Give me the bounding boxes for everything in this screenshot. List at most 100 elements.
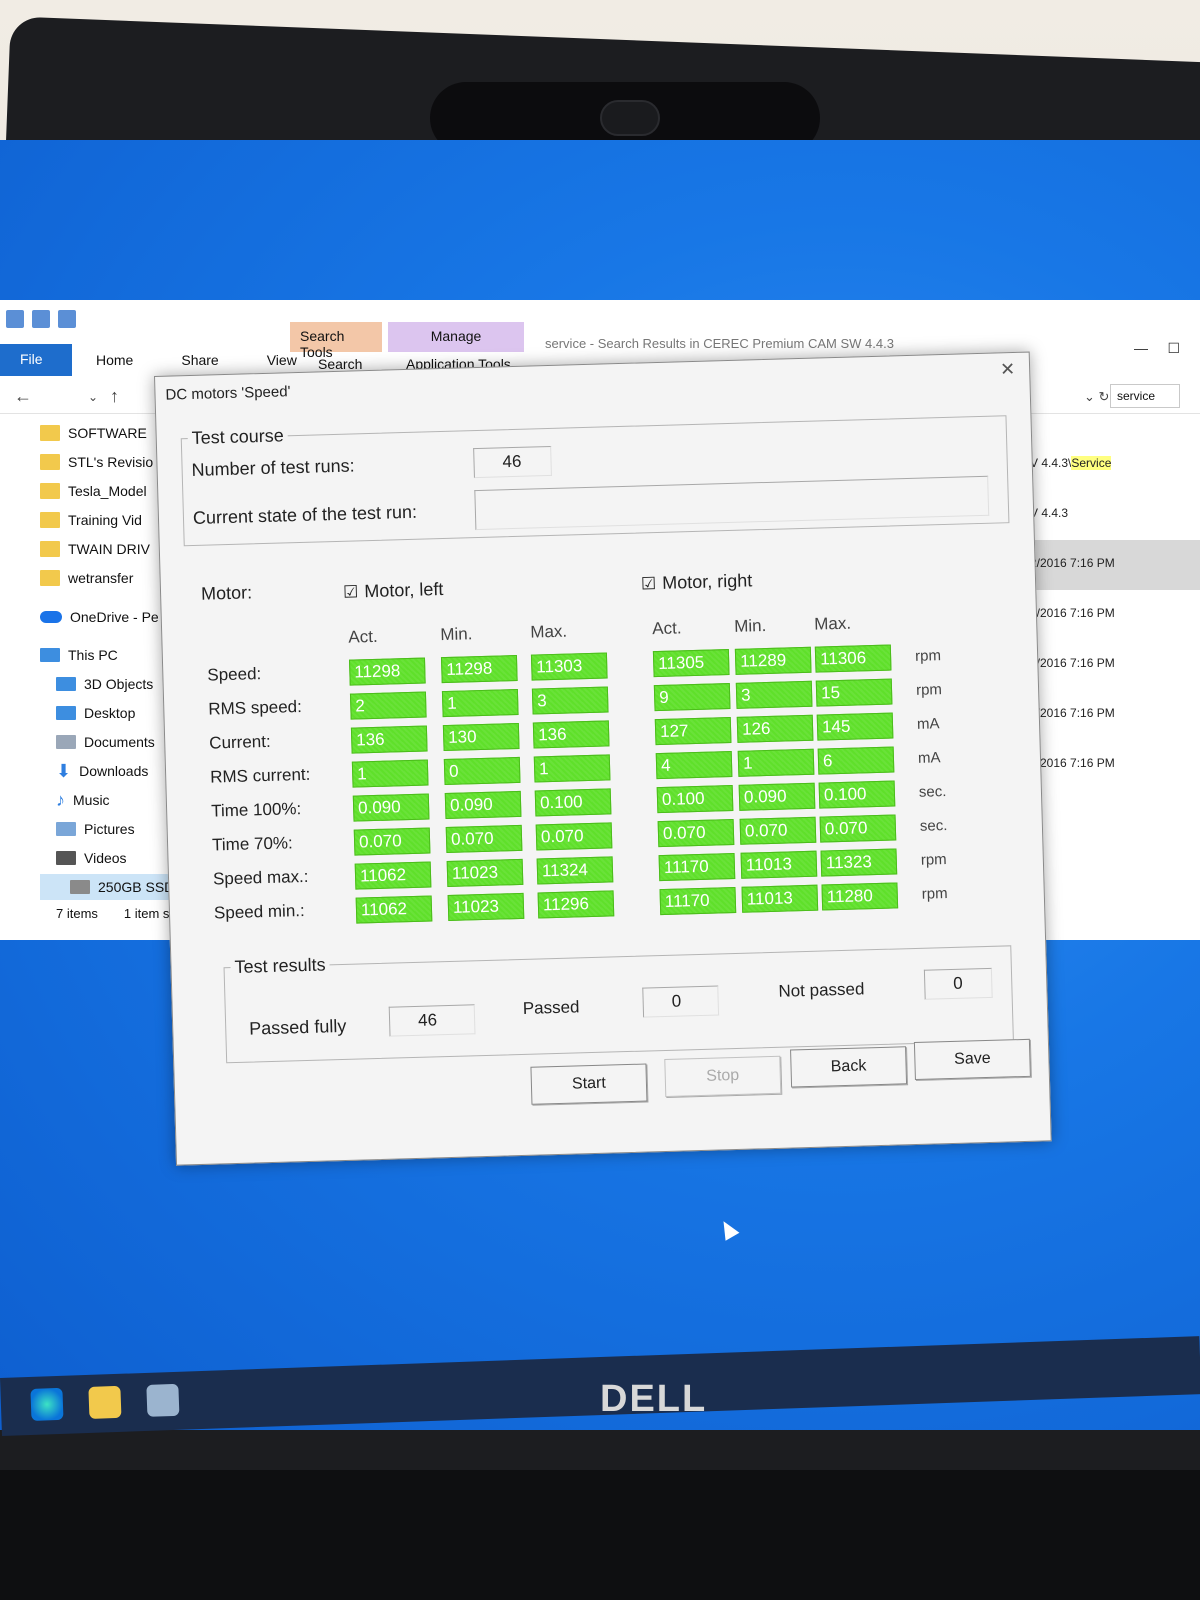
tab-share[interactable]: Share <box>157 352 242 368</box>
list-item[interactable]: 2/2016 7:16 PM <box>1030 690 1200 740</box>
nav-item-training[interactable]: Training Vid <box>40 507 142 533</box>
folder-icon <box>40 483 60 499</box>
folder-icon <box>40 570 60 586</box>
back-button[interactable]: Back <box>790 1046 908 1088</box>
path-text: V 4.4.3\ <box>1030 456 1072 470</box>
tab-view[interactable]: View <box>243 352 321 368</box>
nav-label: wetransfer <box>68 570 134 586</box>
cloud-icon <box>40 611 62 623</box>
row-label: RMS speed: <box>208 697 303 719</box>
document-icon <box>56 735 76 749</box>
left-value-cell: 0.090 <box>444 790 522 820</box>
list-item[interactable]: V 4.4.3\Service <box>1030 440 1200 490</box>
back-arrow-icon[interactable]: ← <box>14 386 32 407</box>
file-explorer-icon[interactable] <box>88 1385 122 1419</box>
right-col-header: Min. <box>733 616 767 636</box>
download-arrow-icon: ⬇ <box>56 760 72 781</box>
runs-field: 46 <box>473 445 552 479</box>
left-value-cell: 1 <box>441 688 519 718</box>
pc-icon <box>40 648 60 662</box>
tab-home[interactable]: Home <box>72 352 157 368</box>
start-button[interactable]: Start <box>530 1063 648 1105</box>
list-item[interactable]: V 4.4.3 <box>1030 490 1200 540</box>
motor-label: Motor: <box>200 582 253 604</box>
stop-button[interactable]: Stop <box>664 1055 782 1098</box>
properties-icon[interactable] <box>32 310 50 328</box>
unit-label: sec. <box>919 817 948 835</box>
nav-item-software[interactable]: SOFTWARE <box>40 420 147 446</box>
list-item[interactable]: 2/2016 7:16 PM <box>1030 640 1200 690</box>
nav-item-videos[interactable]: Videos <box>56 845 127 871</box>
nav-item-documents[interactable]: Documents <box>56 729 155 755</box>
nav-item-desktop[interactable]: Desktop <box>56 700 135 726</box>
list-item[interactable]: 2/2016 7:16 PM <box>1030 590 1200 640</box>
passed-label: Passed <box>522 997 580 1018</box>
selected-count: 1 item s <box>123 906 170 921</box>
folder-icon[interactable] <box>58 310 76 328</box>
motor-right-label: Motor, right <box>661 570 753 593</box>
nav-label: STL's Revisio <box>68 454 154 470</box>
nav-item-downloads[interactable]: ⬇ Downloads <box>56 758 148 784</box>
drive-icon <box>70 880 90 894</box>
picture-icon <box>56 822 76 836</box>
list-item[interactable]: 2/2016 7:16 PM <box>1030 540 1200 590</box>
left-value-cell: 136 <box>350 725 428 754</box>
quick-access-toolbar <box>6 308 76 330</box>
right-value-cell: 11289 <box>734 646 812 675</box>
right-value-cell: 11170 <box>659 886 737 916</box>
left-value-cell: 11023 <box>446 858 524 888</box>
left-value-cell: 0.090 <box>352 793 430 822</box>
search-input[interactable]: service <box>1110 384 1180 408</box>
right-value-cell: 3 <box>735 680 813 709</box>
nav-item-3d-objects[interactable]: 3D Objects <box>56 671 153 697</box>
nav-label: TWAIN DRIV <box>68 541 150 557</box>
row-label: Time 100%: <box>210 799 302 821</box>
right-value-cell: 11305 <box>652 649 730 678</box>
unit-label: rpm <box>915 681 943 699</box>
right-value-cell: 126 <box>736 714 814 743</box>
up-arrow-icon[interactable]: ↑ <box>110 386 119 407</box>
nav-item-onedrive[interactable]: OneDrive - Pe <box>40 604 159 630</box>
unit-label: rpm <box>914 647 942 665</box>
nav-label: Downloads <box>79 763 149 779</box>
right-value-cell: 9 <box>653 683 731 712</box>
right-value-cell: 11280 <box>821 882 899 911</box>
nav-item-pictures[interactable]: Pictures <box>56 816 135 842</box>
right-value-cell: 4 <box>655 751 733 780</box>
checkbox-checked-icon: ☑ <box>342 582 359 602</box>
left-value-cell: 11296 <box>537 890 615 919</box>
left-col-header: Act. <box>348 626 378 647</box>
nav-item-tesla[interactable]: Tesla_Model <box>40 478 147 504</box>
left-col-header: Min. <box>440 624 473 645</box>
list-item[interactable]: 2/2016 7:16 PM <box>1030 740 1200 790</box>
left-value-cell: 1 <box>533 754 611 783</box>
nav-item-twain[interactable]: TWAIN DRIV <box>40 536 150 562</box>
row-label: Speed max.: <box>212 866 309 889</box>
nav-item-wetransfer[interactable]: wetransfer <box>40 565 133 591</box>
nav-item-stl[interactable]: STL's Revisio <box>40 449 153 475</box>
left-value-cell: 11062 <box>355 895 433 924</box>
nav-item-music[interactable]: ♪ Music <box>56 787 110 813</box>
file-list: V 4.4.3\Service V 4.4.3 2/2016 7:16 PM 2… <box>1030 440 1200 790</box>
right-value-cell: 0.070 <box>657 818 735 848</box>
tab-file[interactable]: File <box>0 344 72 376</box>
motor-left-checkbox[interactable]: ☑ Motor, left <box>343 579 444 603</box>
chevron-down-icon[interactable]: ⌄ <box>88 390 98 404</box>
motor-right-checkbox[interactable]: ☑ Motor, right <box>641 570 753 594</box>
right-value-cell: 11306 <box>814 644 892 673</box>
nav-label: This PC <box>68 647 118 663</box>
refresh-icon[interactable]: ⌄ ↻ <box>1084 389 1109 405</box>
network-app-icon[interactable] <box>146 1383 180 1417</box>
nav-label: Music <box>73 792 110 808</box>
save-button[interactable]: Save <box>913 1038 1031 1081</box>
nav-label: Videos <box>84 850 127 866</box>
dialog-title: DC motors 'Speed' <box>165 383 291 404</box>
left-value-cell: 136 <box>532 720 610 749</box>
save-icon[interactable] <box>6 310 24 328</box>
left-value-cell: 11298 <box>348 657 426 686</box>
right-value-cell: 1 <box>737 748 815 777</box>
left-value-cell: 1 <box>351 759 429 788</box>
edge-browser-icon[interactable] <box>30 1387 64 1421</box>
close-icon[interactable]: ✕ <box>1000 359 1016 380</box>
nav-item-this-pc[interactable]: This PC <box>40 642 118 668</box>
